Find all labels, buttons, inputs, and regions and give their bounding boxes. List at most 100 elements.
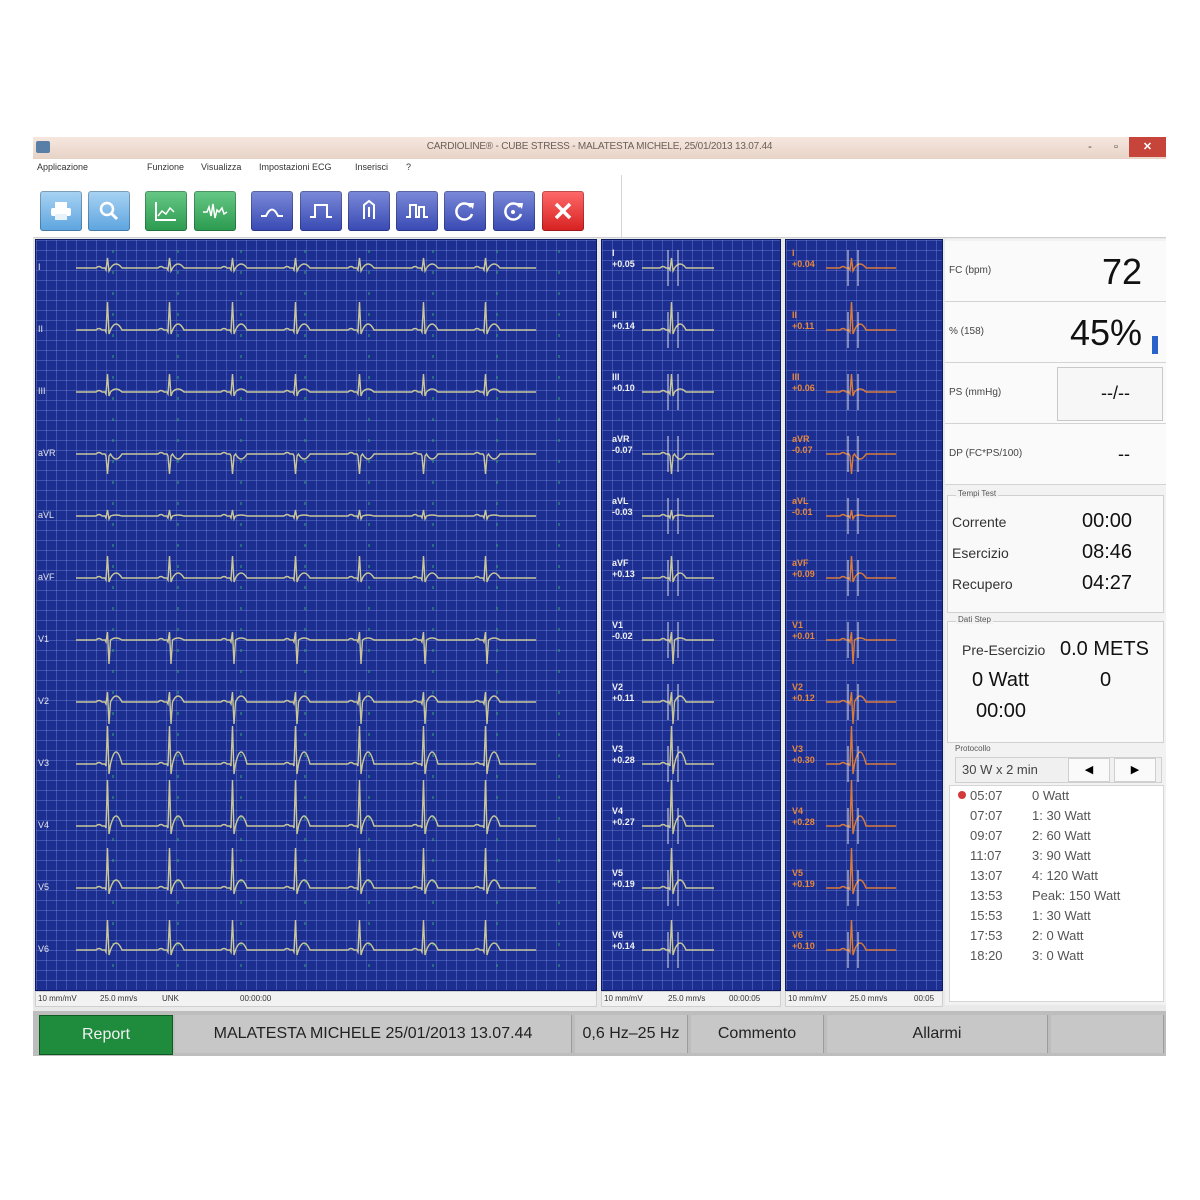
menu-inserisci[interactable]: Inserisci [355,162,388,172]
filter-info[interactable]: 0,6 Hz–25 Hz [575,1015,688,1053]
commento-button[interactable]: Commento [691,1015,824,1053]
ecg-trace-V4 [76,779,536,835]
lead-value-label: V3 +0.30 [792,744,815,765]
ecg-trace-V1 [76,631,536,665]
esercizio-value: 08:46 [1082,541,1133,563]
protocol-row[interactable]: 13:07 4: 120 Watt [950,868,1163,888]
pulse-3-icon [363,199,375,219]
protocol-row[interactable]: 17:53 2: 0 Watt [950,928,1163,948]
ecg-average-panel[interactable]: I +0.05 II +0.14 III +0.10 aVR -0.07 aVL -0.… [601,239,781,991]
app-window: CARDIOLINE® - CUBE STRESS - MALATESTA MI… [33,137,1166,1056]
fc-value: 72 [1101,251,1142,292]
lead-value-label: aVR -0.07 [792,434,813,455]
allarmi-button[interactable]: Allarmi [827,1015,1048,1053]
ecg-reference-panel[interactable]: I +0.04 II +0.11 III +0.06 aVR -0.07 aVL -0.… [785,239,943,991]
print-button[interactable] [40,191,82,231]
protocollo-title: Protocollo [953,744,993,753]
protocol-row[interactable]: 07:07 1: 30 Watt [950,808,1163,828]
ecg-trace-V5 [76,847,536,895]
protocol-row[interactable]: 09:07 2: 60 Watt [950,828,1163,848]
bottom-empty-button[interactable] [1051,1015,1164,1053]
pulse-4-icon [406,204,428,218]
ecg-trace-V5 [826,847,896,895]
fc-box: FC (bpm) 72 [945,241,1166,302]
printer-icon [51,202,71,220]
tempi-title: Tempi Test [956,489,999,498]
rotate-icon [455,202,474,221]
tempi-test-group: Tempi Test Corrente 00:00 Esercizio 08:4… [947,489,1164,613]
ecg-wave-button[interactable] [194,191,236,231]
protocol-selected: 30 W x 2 min [962,762,1038,777]
pulse-4-button[interactable] [396,191,438,231]
ecg-rhythm-panel[interactable]: I II III aVR aVL aVF V1 V2 V3 V4 V5 V6 [35,239,597,991]
timer-icon [504,202,523,221]
esercizio-label: Esercizio [952,545,1009,561]
lead-label: V4 [38,820,50,830]
pct-box: % (158) 45% [945,302,1166,363]
minimize-button[interactable]: - [1077,137,1103,157]
report-button[interactable]: Report [39,1015,173,1055]
lead-label: V1 [38,634,50,644]
ecg-trace-III [826,373,896,397]
corrente-label: Corrente [952,514,1007,530]
corrente-value: 00:00 [1082,510,1133,532]
dati-step-group: Dati Step Pre-Esercizio 0.0 METS 0 Watt … [947,615,1164,743]
toolbar [33,175,1166,238]
step-watt: 0 Watt [972,669,1030,691]
ecg-trace-III [76,373,536,397]
pulse-1-icon [261,208,283,217]
ecg-trace-V3 [826,725,896,775]
lead-label: aVL [38,510,55,520]
pulse-2-button[interactable] [300,191,342,231]
lead-value-label: V6 +0.14 [612,930,635,951]
recupero-label: Recupero [952,576,1013,592]
mid-gain: 10 mm/mV [604,994,643,1003]
stop-button[interactable] [542,191,584,231]
close-icon [554,202,572,220]
trend-button[interactable] [145,191,187,231]
ecg-trace-II [76,301,536,335]
menu-applicazione[interactable]: Applicazione [37,162,88,172]
menu-funzione[interactable]: Funzione [147,162,184,172]
lead-value-label: V2 +0.11 [612,682,635,703]
ecg-trace-V2 [76,691,536,725]
protocol-prev-button[interactable]: ◀ [1068,758,1110,782]
protocol-row[interactable]: 13:53 Peak: 150 Watt [950,888,1163,908]
lead-label: I [38,262,41,272]
trend-icon [155,202,176,221]
protocol-row[interactable]: 11:07 3: 90 Watt [950,848,1163,868]
right-time: 00:05 [914,994,935,1003]
maximize-button[interactable]: ▫ [1103,137,1129,157]
main-status-strip: 10 mm/mV 25.0 mm/s UNK 00:00:00 [35,991,597,1007]
lead-label: V6 [38,944,50,954]
protocol-row[interactable]: 05:07 0 Watt [950,788,1163,808]
close-window-button[interactable]: ✕ [1129,137,1166,157]
menu-impostazioni-ecg[interactable]: Impostazioni ECG [259,162,332,172]
protocol-row[interactable]: 18:20 3: 0 Watt [950,948,1163,968]
protocol-selector[interactable]: 30 W x 2 min ◀ ▶ [955,757,1162,783]
pulse-1-button[interactable] [251,191,293,231]
ps-box: PS (mmHg) --/-- [945,363,1166,424]
ecg-trace-V4 [826,779,896,835]
main-mode: UNK [162,994,179,1003]
protocol-list[interactable]: 05:07 0 Watt 07:07 1: 30 Watt 09:07 2: 60 W… [949,785,1164,1002]
menu-visualizza[interactable]: Visualizza [201,162,241,172]
mid-time: 00:00:05 [729,994,761,1003]
mid-speed: 25.0 mm/s [668,994,706,1003]
ps-label: PS (mmHg) [949,387,1002,398]
menu-help[interactable]: ? [406,162,411,172]
dp-value: -- [1118,444,1130,464]
pulse-3-button[interactable] [348,191,390,231]
main-speed: 25.0 mm/s [100,994,138,1003]
timer-button[interactable] [493,191,535,231]
toolbar-separator [621,175,622,237]
patient-info: MALATESTA MICHELE 25/01/2013 13.07.44 [175,1015,572,1053]
lead-value-label: aVF +0.09 [792,558,815,579]
rotate-button[interactable] [444,191,486,231]
lead-label: aVR [38,448,56,458]
zoom-button[interactable] [88,191,130,231]
protocol-next-button[interactable]: ▶ [1114,758,1156,782]
lead-value-label: aVL -0.03 [612,496,633,517]
protocol-row[interactable]: 15:53 1: 30 Watt [950,908,1163,928]
pct-value: 45% [1069,312,1142,353]
